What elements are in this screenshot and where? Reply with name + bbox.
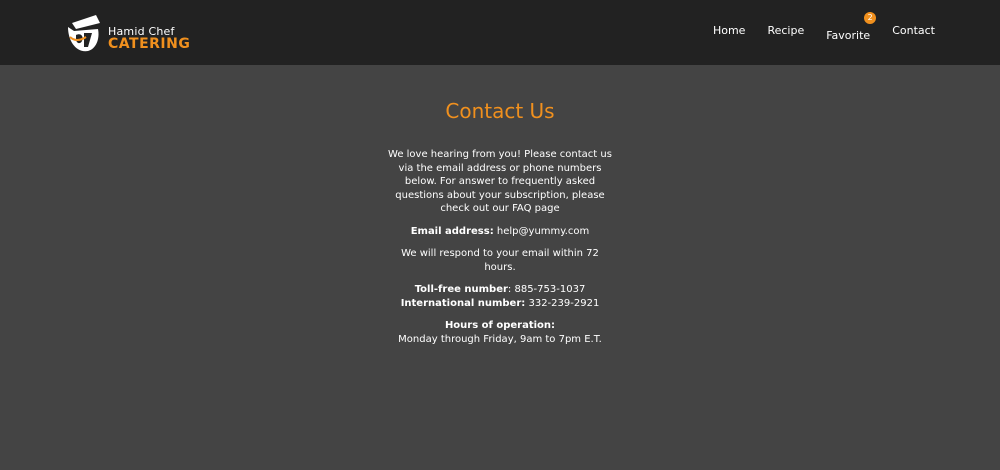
response-note: We will respond to your email within 72 … [401, 248, 599, 273]
hours-label: Hours of operation: [444, 320, 556, 331]
tollfree-value[interactable]: : 885-753-1037 [508, 284, 585, 295]
contact-intro: We love hearing from you! Please contact… [388, 149, 612, 214]
nav-favorite-wrapper: Favorite 2 [826, 12, 877, 43]
nav-contact[interactable]: Contact [892, 24, 935, 43]
main-nav: Home Recipe Favorite 2 Contact [713, 12, 935, 43]
brand-logo[interactable]: Hamid Chef CATERING [66, 11, 206, 55]
favorite-count-badge: 2 [864, 12, 877, 24]
page-title: Contact Us [445, 99, 555, 123]
hours-value: Monday through Friday, 9am to 7pm E.T. [398, 333, 602, 345]
nav-recipe[interactable]: Recipe [767, 24, 804, 43]
email-value[interactable]: help@yummy.com [497, 226, 589, 237]
brand-name-main: CATERING [108, 36, 191, 52]
nav-favorite[interactable]: Favorite [826, 29, 870, 42]
nav-home[interactable]: Home [713, 24, 745, 43]
contact-section: Contact Us We love hearing from you! Ple… [385, 65, 615, 346]
email-label: Email address: [410, 225, 494, 237]
intl-label: International number: [400, 297, 526, 309]
top-navbar: Hamid Chef CATERING Home Recipe Favorite… [0, 0, 1000, 65]
hours-of-operation: Hours of operation: Monday through Frida… [385, 319, 615, 346]
chef-hat-icon [68, 15, 100, 52]
intl-value[interactable]: 332-239-2921 [528, 298, 599, 309]
email-row: Email address: help@yummy.com [385, 225, 615, 239]
tollfree-label: Toll-free number [414, 284, 508, 295]
phone-numbers: Toll-free number: 885-753-1037 Internati… [385, 283, 615, 310]
